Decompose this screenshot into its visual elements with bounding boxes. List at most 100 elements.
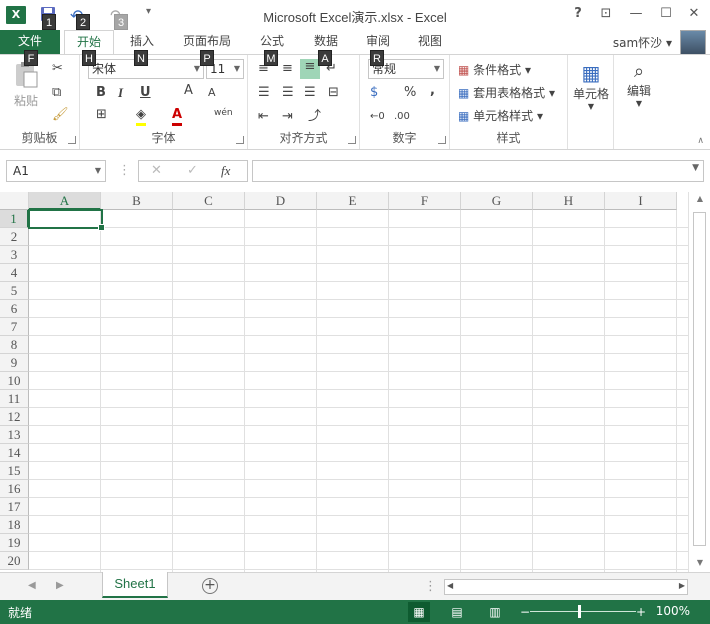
zoom-in-button[interactable]: + xyxy=(630,602,652,622)
decrease-indent-icon[interactable]: ⇤ xyxy=(258,109,269,125)
formula-input[interactable]: ▼ xyxy=(252,160,704,182)
decrease-decimal-icon[interactable]: .00 xyxy=(394,109,410,125)
page-break-preview-button[interactable]: ▥ xyxy=(484,602,506,622)
formula-bar-splitter-icon[interactable]: ⋮ xyxy=(118,163,131,179)
row-header[interactable]: 4 xyxy=(0,264,29,282)
bold-button[interactable]: B xyxy=(96,85,106,101)
alignment-launcher-icon[interactable] xyxy=(348,136,356,144)
cell-styles-button[interactable]: ▦ 单元格样式 ▾ xyxy=(458,107,543,124)
row-header[interactable]: 16 xyxy=(0,480,29,498)
sheet-tab-sheet1[interactable]: Sheet1 xyxy=(102,572,168,598)
font-color-button[interactable]: A xyxy=(172,107,183,126)
accounting-format-icon[interactable]: $ xyxy=(370,85,378,101)
active-cell[interactable] xyxy=(28,209,105,231)
confirm-entry-button[interactable]: ✓ xyxy=(187,163,198,179)
paste-button[interactable]: 粘贴 xyxy=(10,61,42,113)
font-launcher-icon[interactable] xyxy=(236,136,244,144)
column-header[interactable]: A xyxy=(29,192,101,210)
conditional-formatting-button[interactable]: ▦ 条件格式 ▾ xyxy=(458,61,531,78)
align-middle-icon[interactable]: ≡ xyxy=(282,61,293,77)
expand-formula-bar-icon[interactable]: ▼ xyxy=(692,163,699,173)
previous-sheet-icon[interactable]: ◀ xyxy=(28,580,36,591)
increase-indent-icon[interactable]: ⇥ xyxy=(282,109,293,125)
row-header[interactable]: 8 xyxy=(0,336,29,354)
column-header[interactable]: B xyxy=(101,192,173,210)
tab-splitter-icon[interactable]: ⋮ xyxy=(424,579,437,595)
zoom-level[interactable]: 100% xyxy=(656,604,690,618)
vertical-scrollbar[interactable]: ▲ ▼ xyxy=(688,192,710,572)
ribbon-display-options-button[interactable]: ⊡ xyxy=(598,6,614,21)
horizontal-scrollbar[interactable]: ◀ ▶ xyxy=(444,579,688,595)
align-left-icon[interactable]: ☰ xyxy=(258,85,270,101)
user-name[interactable]: sam怀沙 ▾ xyxy=(613,34,672,51)
align-center-icon[interactable]: ☰ xyxy=(282,85,294,101)
minimize-button[interactable]: — xyxy=(628,6,644,21)
cut-icon[interactable]: ✂ xyxy=(52,61,63,77)
new-sheet-button[interactable]: + xyxy=(202,578,218,594)
row-header[interactable]: 1 xyxy=(0,210,29,228)
scroll-down-icon[interactable]: ▼ xyxy=(689,558,710,567)
clipboard-launcher-icon[interactable] xyxy=(68,136,76,144)
row-header[interactable]: 19 xyxy=(0,534,29,552)
select-all-button[interactable] xyxy=(0,192,29,210)
next-sheet-icon[interactable]: ▶ xyxy=(56,580,64,591)
cancel-entry-button[interactable]: ✕ xyxy=(151,163,162,179)
column-header[interactable]: H xyxy=(533,192,605,210)
italic-button[interactable]: I xyxy=(118,85,123,101)
column-header[interactable]: G xyxy=(461,192,533,210)
row-header[interactable]: 3 xyxy=(0,246,29,264)
row-header[interactable]: 20 xyxy=(0,552,29,570)
column-header[interactable]: C xyxy=(173,192,245,210)
row-header[interactable]: 6 xyxy=(0,300,29,318)
cells-button[interactable]: ▦ 单元格 ▼ xyxy=(570,61,612,111)
tab-view[interactable]: 视图 xyxy=(410,30,450,54)
row-header[interactable]: 2 xyxy=(0,228,29,246)
phonetic-guide-button[interactable]: wén xyxy=(214,105,233,121)
row-header[interactable]: 12 xyxy=(0,408,29,426)
comma-button[interactable]: , xyxy=(430,83,435,99)
grow-font-button[interactable]: A xyxy=(184,83,193,99)
close-button[interactable]: ✕ xyxy=(686,6,702,21)
help-button[interactable]: ? xyxy=(570,6,586,21)
borders-icon[interactable]: ⊞ xyxy=(96,107,107,123)
row-header[interactable]: 10 xyxy=(0,372,29,390)
row-header[interactable]: 14 xyxy=(0,444,29,462)
row-header[interactable]: 5 xyxy=(0,282,29,300)
row-header[interactable]: 9 xyxy=(0,354,29,372)
underline-button[interactable]: U xyxy=(140,85,151,101)
row-header[interactable]: 11 xyxy=(0,390,29,408)
zoom-slider[interactable] xyxy=(530,611,636,612)
row-header[interactable]: 7 xyxy=(0,318,29,336)
page-layout-view-button[interactable]: ▤ xyxy=(446,602,468,622)
zoom-slider-thumb[interactable] xyxy=(578,605,581,618)
align-bottom-icon[interactable]: ≡ xyxy=(300,59,320,79)
scroll-right-icon[interactable]: ▶ xyxy=(679,581,685,590)
collapse-ribbon-icon[interactable]: ∧ xyxy=(697,133,704,149)
format-as-table-button[interactable]: ▦ 套用表格格式 ▾ xyxy=(458,84,555,101)
zoom-out-button[interactable]: − xyxy=(514,602,536,622)
shrink-font-button[interactable]: A xyxy=(208,85,216,101)
maximize-button[interactable]: ☐ xyxy=(658,6,674,21)
column-header[interactable]: I xyxy=(605,192,677,210)
insert-function-button[interactable]: fx xyxy=(221,163,230,179)
percent-button[interactable]: % xyxy=(404,85,416,101)
copy-icon[interactable]: ⧉ xyxy=(52,85,61,101)
increase-decimal-icon[interactable]: ←0 xyxy=(370,109,385,125)
orientation-icon[interactable]: ⤴ xyxy=(308,109,321,125)
column-header[interactable]: D xyxy=(245,192,317,210)
column-header[interactable]: F xyxy=(389,192,461,210)
normal-view-button[interactable]: ▦ xyxy=(408,602,430,622)
fill-color-icon[interactable]: ◈ xyxy=(136,107,146,126)
format-painter-icon[interactable]: 🖌 xyxy=(52,107,69,123)
merge-center-icon[interactable]: ⊟ xyxy=(328,85,339,101)
scroll-left-icon[interactable]: ◀ xyxy=(447,581,453,590)
avatar[interactable] xyxy=(680,30,706,56)
cell-area[interactable] xyxy=(29,210,688,572)
number-launcher-icon[interactable] xyxy=(438,136,446,144)
row-header[interactable]: 15 xyxy=(0,462,29,480)
name-box[interactable]: A1 ▼ xyxy=(6,160,106,182)
row-header[interactable]: 18 xyxy=(0,516,29,534)
scroll-up-icon[interactable]: ▲ xyxy=(689,194,710,203)
editing-button[interactable]: ⌕ 编辑 ▼ xyxy=(618,61,660,108)
align-right-icon[interactable]: ☰ xyxy=(304,85,316,101)
